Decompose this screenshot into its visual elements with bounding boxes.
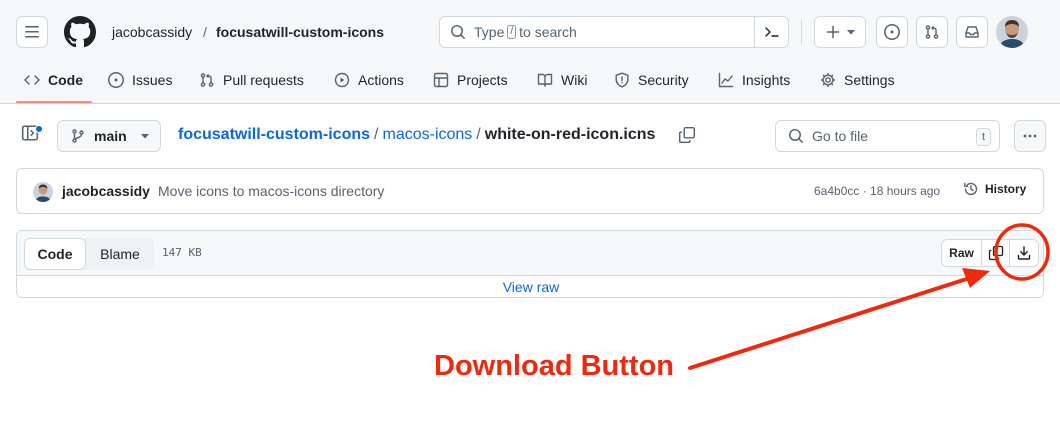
tab-issues[interactable]: Issues [108,70,172,90]
tab-label: Actions [358,72,404,88]
selected-tab-indicator [16,101,92,103]
file-viewer: Code Blame 147 KB Raw View raw [16,230,1044,298]
your-pull-requests-button[interactable] [916,16,948,48]
history-label: History [985,182,1027,196]
menu-button[interactable] [16,16,48,48]
gear-icon [821,73,835,87]
go-to-file-shortcut: t [975,128,991,146]
search-input[interactable]: Type / to search [439,16,789,48]
search-icon [451,25,466,40]
current-file-name: white-on-red-icon.icns [484,126,656,143]
inbox-button[interactable] [956,16,988,48]
search-placeholder-prefix: Type [474,24,505,40]
tab-label: Settings [844,72,895,88]
breadcrumb-separator: / [203,24,207,40]
branch-selector[interactable]: main [57,120,161,152]
commit-author-link[interactable]: jacobcassidy [62,183,150,199]
commit-author-avatar[interactable] [33,182,53,202]
download-icon [1017,246,1031,260]
branch-name: main [94,128,127,144]
owner-link[interactable]: jacobcassidy [112,22,192,42]
tab-wiki[interactable]: Wiki [537,70,587,90]
code-view-button[interactable]: Code [24,238,86,270]
tab-label: Issues [132,72,173,88]
terminal-icon [764,27,779,37]
more-options-button[interactable] [1014,120,1046,152]
file-actions-group: Raw [941,239,1039,267]
download-raw-file-button[interactable] [1010,240,1038,266]
inbox-icon [965,26,979,38]
git-pull-request-icon [925,25,939,39]
tab-pull-requests[interactable]: Pull requests [199,70,304,90]
tab-actions[interactable]: Actions [334,70,404,90]
copy-icon [988,245,1003,261]
path-repo-link[interactable]: focusatwill-custom-icons [178,125,370,145]
copy-raw-content-button[interactable] [982,240,1010,266]
search-shortcut-key: / [507,25,517,39]
user-avatar[interactable] [996,16,1028,48]
view-raw-link[interactable]: View raw [17,279,1043,295]
tab-label: Projects [457,72,508,88]
tab-projects[interactable]: Projects [433,70,508,90]
shield-icon [615,72,629,88]
your-issues-button[interactable] [876,16,908,48]
create-new-button[interactable] [814,16,866,48]
pull-request-icon [200,73,214,87]
raw-button[interactable]: Raw [942,240,982,266]
go-to-file-placeholder: Go to file [812,128,869,144]
tab-label: Insights [742,72,791,88]
github-logo-icon[interactable] [64,16,96,48]
git-branch-icon [72,129,84,143]
search-icon [789,129,804,144]
copy-path-button[interactable] [678,126,696,144]
copy-icon [678,126,696,144]
issue-icon [108,72,124,88]
file-size: 147 KB [162,246,202,259]
tab-label: Wiki [561,72,588,88]
triangle-down-icon [140,134,149,139]
global-header: jacobcassidy / focusatwill-custom-icons … [0,0,1060,104]
history-icon [964,182,978,196]
graph-icon [718,72,734,88]
file-header: Code Blame 147 KB Raw [17,231,1043,276]
tab-insights[interactable]: Insights [718,70,790,90]
issue-opened-icon [884,24,900,40]
kebab-horizontal-icon [1023,134,1037,138]
commit-message-link[interactable]: Move icons to macos-icons directory [158,183,384,199]
path-separator: / [476,126,481,143]
go-to-file-input[interactable]: Go to file t [775,120,1000,152]
header-divider [801,20,802,44]
tab-code[interactable]: Code [24,70,83,90]
triangle-down-icon [847,30,855,35]
tab-label: Security [638,72,689,88]
blame-view-button[interactable]: Blame [86,238,154,270]
latest-commit-bar: jacobcassidy Move icons to macos-icons d… [16,168,1044,214]
table-icon [433,72,449,88]
view-mode-toggle: Code Blame [24,238,154,270]
annotation-label: Download Button [434,350,675,382]
path-dir-link[interactable]: macos-icons [382,125,472,145]
tab-label: Pull requests [223,72,304,88]
tab-label: Code [48,72,83,88]
hamburger-icon [25,26,39,38]
history-button[interactable]: History [963,181,1026,197]
search-placeholder-suffix: to search [519,24,577,40]
repo-link[interactable]: focusatwill-custom-icons [216,22,384,42]
notification-dot [35,125,43,133]
book-icon [537,73,553,87]
commit-sha-and-time[interactable]: 6a4b0cc · 18 hours ago [814,184,940,198]
tab-security[interactable]: Security [614,70,689,90]
path-separator: / [374,126,379,143]
code-icon [24,75,40,85]
play-icon [334,72,350,88]
command-palette-button[interactable] [754,17,788,47]
plus-icon [826,25,840,39]
tab-settings[interactable]: Settings [820,70,895,90]
file-path-breadcrumb: focusatwill-custom-icons / macos-icons /… [178,125,655,145]
